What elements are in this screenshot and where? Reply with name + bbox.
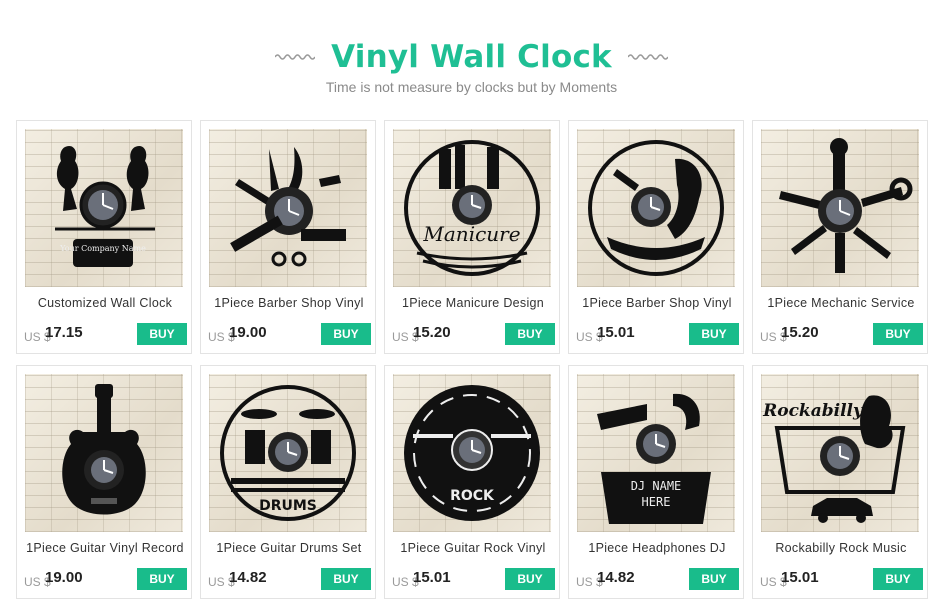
page-title: Vinyl Wall Clock (331, 39, 612, 75)
price-row: US $ 15.20 BUY (392, 323, 555, 345)
product-title[interactable]: 1Piece Guitar Rock Vinyl (385, 541, 561, 555)
price-row: US $ 19.00 BUY (208, 323, 371, 345)
buy-button[interactable]: BUY (873, 323, 923, 345)
page-subtitle: Time is not measure by clocks but by Mom… (325, 79, 618, 95)
product-card[interactable]: ROCK 1Piece Guitar Rock Vinyl US $ 15.01… (384, 365, 560, 599)
product-title[interactable]: 1Piece Guitar Vinyl Record (17, 541, 193, 555)
rock-guitars-clock-icon: ROCK (404, 385, 540, 521)
svg-text:ROCK: ROCK (450, 488, 495, 504)
product-price: 14.82 (229, 569, 267, 586)
svg-text:Your Company Name: Your Company Name (59, 244, 146, 253)
price-row: US $ 14.82 BUY (576, 568, 739, 590)
buy-button[interactable]: BUY (689, 323, 739, 345)
svg-text:Rockabilly: Rockabilly (762, 401, 864, 421)
buy-button[interactable]: BUY (505, 568, 555, 590)
product-image[interactable]: Your Company Name (25, 129, 183, 287)
right-wave-ornament (627, 54, 668, 60)
svg-text:HERE: HERE (642, 495, 671, 509)
mechanic-tools-clock-icon (779, 138, 913, 273)
women-silhouette-clock-icon: Your Company Name (55, 145, 155, 267)
product-title[interactable]: Customized Wall Clock (17, 296, 193, 310)
product-grid: Your Company Name Customized Wall Clock … (16, 120, 928, 599)
buy-button[interactable]: BUY (873, 568, 923, 590)
product-image[interactable] (25, 374, 183, 532)
product-title[interactable]: 1Piece Headphones DJ (569, 541, 745, 555)
product-card[interactable]: DJ NAME HERE 1Piece Headphones DJ US $ 1… (568, 365, 744, 599)
price-row: US $ 15.01 BUY (392, 568, 555, 590)
product-image[interactable] (209, 129, 367, 287)
buy-button[interactable]: BUY (321, 323, 371, 345)
svg-text:DJ NAME: DJ NAME (631, 479, 682, 493)
product-image[interactable] (761, 129, 919, 287)
price-row: US $ 14.82 BUY (208, 568, 371, 590)
bearded-barber-clock-icon (588, 140, 724, 276)
barber-tools-clock-icon (230, 147, 346, 267)
buy-button[interactable]: BUY (505, 323, 555, 345)
product-image[interactable] (577, 129, 735, 287)
buy-button[interactable]: BUY (137, 568, 187, 590)
buy-button[interactable]: BUY (137, 323, 187, 345)
product-title[interactable]: 1Piece Barber Shop Vinyl (201, 296, 377, 310)
product-card[interactable]: Manicure 1Piece Manicure Design US $ 15.… (384, 120, 560, 354)
product-image[interactable]: Manicure (393, 129, 551, 287)
buy-button[interactable]: BUY (321, 568, 371, 590)
product-price: 19.00 (45, 569, 83, 586)
product-card[interactable]: 1Piece Guitar Vinyl Record US $ 19.00 BU… (16, 365, 192, 599)
page-header: Vinyl Wall Clock Time is not measure by … (0, 0, 943, 110)
title-row: Vinyl Wall Clock (0, 36, 943, 78)
price-row: US $ 15.01 BUY (760, 568, 923, 590)
product-title[interactable]: 1Piece Mechanic Service (753, 296, 929, 310)
rockabilly-clock-icon: Rockabilly (762, 395, 906, 523)
product-card[interactable]: Rockabilly Rockabilly Rock Music US $ 15… (752, 365, 928, 599)
product-title[interactable]: 1Piece Barber Shop Vinyl (569, 296, 745, 310)
dj-headphones-clock-icon: DJ NAME HERE (597, 393, 711, 524)
buy-button[interactable]: BUY (689, 568, 739, 590)
product-card[interactable]: DRUMS 1Piece Guitar Drums Set US $ 14.82… (200, 365, 376, 599)
product-price: 14.82 (597, 569, 635, 586)
product-title[interactable]: Rockabilly Rock Music (753, 541, 929, 555)
product-price: 15.01 (413, 569, 451, 586)
product-price: 19.00 (229, 324, 267, 341)
product-title[interactable]: 1Piece Manicure Design (385, 296, 561, 310)
product-card[interactable]: 1Piece Barber Shop Vinyl US $ 15.01 BUY (568, 120, 744, 354)
product-price: 17.15 (45, 324, 83, 341)
product-title[interactable]: 1Piece Guitar Drums Set (201, 541, 377, 555)
product-image[interactable]: DJ NAME HERE (577, 374, 735, 532)
drums-clock-icon: DRUMS (220, 385, 356, 521)
product-card[interactable]: 1Piece Barber Shop Vinyl US $ 19.00 BUY (200, 120, 376, 354)
price-row: US $ 15.20 BUY (760, 323, 923, 345)
price-row: US $ 19.00 BUY (24, 568, 187, 590)
manicure-clock-icon: Manicure (404, 140, 540, 276)
product-image[interactable]: ROCK (393, 374, 551, 532)
price-row: US $ 15.01 BUY (576, 323, 739, 345)
electric-guitar-clock-icon (62, 384, 146, 515)
product-image[interactable]: Rockabilly (761, 374, 919, 532)
product-card[interactable]: Your Company Name Customized Wall Clock … (16, 120, 192, 354)
product-price: 15.01 (781, 569, 819, 586)
product-price: 15.01 (597, 324, 635, 341)
svg-text:Manicure: Manicure (422, 222, 520, 246)
price-row: US $ 17.15 BUY (24, 323, 187, 345)
product-price: 15.20 (781, 324, 819, 341)
svg-text:DRUMS: DRUMS (259, 498, 317, 514)
product-image[interactable]: DRUMS (209, 374, 367, 532)
product-price: 15.20 (413, 324, 451, 341)
product-card[interactable]: 1Piece Mechanic Service US $ 15.20 BUY (752, 120, 928, 354)
left-wave-ornament (275, 54, 316, 60)
